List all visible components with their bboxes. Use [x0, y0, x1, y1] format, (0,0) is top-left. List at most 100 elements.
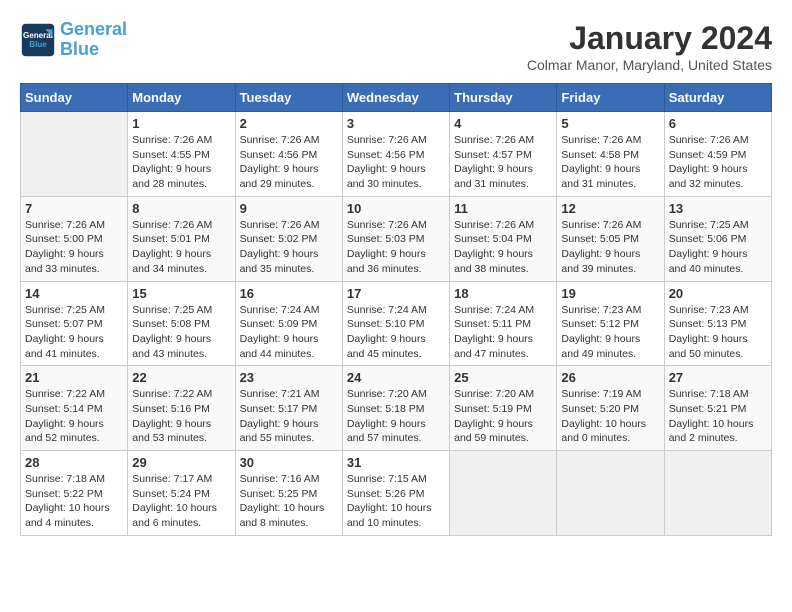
day-number: 10	[347, 201, 445, 216]
calendar-cell: 14 Sunrise: 7:25 AM Sunset: 5:07 PM Dayl…	[21, 281, 128, 366]
daylight: Daylight: 9 hours and 30 minutes.	[347, 163, 426, 190]
daylight: Daylight: 9 hours and 35 minutes.	[240, 248, 319, 275]
page-header: General Blue GeneralBlue January 2024 Co…	[20, 20, 772, 73]
col-wednesday: Wednesday	[342, 84, 449, 112]
day-number: 21	[25, 370, 123, 385]
sunrise: Sunrise: 7:26 AM	[454, 219, 534, 231]
sunrise: Sunrise: 7:18 AM	[25, 473, 105, 485]
cell-info: Sunrise: 7:20 AM Sunset: 5:19 PM Dayligh…	[454, 387, 552, 446]
daylight: Daylight: 9 hours and 32 minutes.	[669, 163, 748, 190]
sunrise: Sunrise: 7:26 AM	[132, 134, 212, 146]
cell-info: Sunrise: 7:18 AM Sunset: 5:22 PM Dayligh…	[25, 472, 123, 531]
cell-info: Sunrise: 7:25 AM Sunset: 5:08 PM Dayligh…	[132, 303, 230, 362]
svg-text:General: General	[23, 31, 53, 40]
col-friday: Friday	[557, 84, 664, 112]
daylight: Daylight: 9 hours and 33 minutes.	[25, 248, 104, 275]
daylight: Daylight: 10 hours and 6 minutes.	[132, 502, 217, 529]
day-number: 16	[240, 286, 338, 301]
daylight: Daylight: 9 hours and 49 minutes.	[561, 333, 640, 360]
calendar-cell: 3 Sunrise: 7:26 AM Sunset: 4:56 PM Dayli…	[342, 112, 449, 197]
cell-info: Sunrise: 7:26 AM Sunset: 5:01 PM Dayligh…	[132, 218, 230, 277]
day-number: 30	[240, 455, 338, 470]
sunrise: Sunrise: 7:23 AM	[561, 304, 641, 316]
cell-info: Sunrise: 7:15 AM Sunset: 5:26 PM Dayligh…	[347, 472, 445, 531]
day-number: 17	[347, 286, 445, 301]
daylight: Daylight: 9 hours and 34 minutes.	[132, 248, 211, 275]
calendar-week-5: 28 Sunrise: 7:18 AM Sunset: 5:22 PM Dayl…	[21, 451, 772, 536]
calendar-cell: 1 Sunrise: 7:26 AM Sunset: 4:55 PM Dayli…	[128, 112, 235, 197]
sunset: Sunset: 5:22 PM	[25, 488, 103, 500]
day-number: 28	[25, 455, 123, 470]
day-number: 3	[347, 116, 445, 131]
cell-info: Sunrise: 7:16 AM Sunset: 5:25 PM Dayligh…	[240, 472, 338, 531]
daylight: Daylight: 9 hours and 29 minutes.	[240, 163, 319, 190]
sunset: Sunset: 5:03 PM	[347, 233, 425, 245]
day-number: 19	[561, 286, 659, 301]
calendar-cell: 31 Sunrise: 7:15 AM Sunset: 5:26 PM Dayl…	[342, 451, 449, 536]
day-number: 23	[240, 370, 338, 385]
sunrise: Sunrise: 7:18 AM	[669, 388, 749, 400]
sunset: Sunset: 5:26 PM	[347, 488, 425, 500]
calendar-cell	[664, 451, 771, 536]
sunset: Sunset: 5:02 PM	[240, 233, 318, 245]
sunset: Sunset: 5:24 PM	[132, 488, 210, 500]
sunset: Sunset: 4:59 PM	[669, 149, 747, 161]
calendar-cell: 24 Sunrise: 7:20 AM Sunset: 5:18 PM Dayl…	[342, 366, 449, 451]
daylight: Daylight: 9 hours and 31 minutes.	[454, 163, 533, 190]
daylight: Daylight: 9 hours and 38 minutes.	[454, 248, 533, 275]
daylight: Daylight: 9 hours and 55 minutes.	[240, 418, 319, 445]
sunrise: Sunrise: 7:22 AM	[25, 388, 105, 400]
daylight: Daylight: 9 hours and 50 minutes.	[669, 333, 748, 360]
calendar-cell: 10 Sunrise: 7:26 AM Sunset: 5:03 PM Dayl…	[342, 196, 449, 281]
sunset: Sunset: 4:58 PM	[561, 149, 639, 161]
sunrise: Sunrise: 7:24 AM	[347, 304, 427, 316]
sunset: Sunset: 5:18 PM	[347, 403, 425, 415]
day-number: 25	[454, 370, 552, 385]
sunset: Sunset: 5:13 PM	[669, 318, 747, 330]
sunset: Sunset: 5:10 PM	[347, 318, 425, 330]
calendar-week-3: 14 Sunrise: 7:25 AM Sunset: 5:07 PM Dayl…	[21, 281, 772, 366]
day-number: 11	[454, 201, 552, 216]
daylight: Daylight: 9 hours and 52 minutes.	[25, 418, 104, 445]
cell-info: Sunrise: 7:17 AM Sunset: 5:24 PM Dayligh…	[132, 472, 230, 531]
calendar-cell: 20 Sunrise: 7:23 AM Sunset: 5:13 PM Dayl…	[664, 281, 771, 366]
day-number: 7	[25, 201, 123, 216]
day-number: 6	[669, 116, 767, 131]
sunset: Sunset: 5:25 PM	[240, 488, 318, 500]
day-number: 20	[669, 286, 767, 301]
cell-info: Sunrise: 7:26 AM Sunset: 5:05 PM Dayligh…	[561, 218, 659, 277]
cell-info: Sunrise: 7:18 AM Sunset: 5:21 PM Dayligh…	[669, 387, 767, 446]
sunrise: Sunrise: 7:26 AM	[561, 134, 641, 146]
day-number: 29	[132, 455, 230, 470]
daylight: Daylight: 9 hours and 41 minutes.	[25, 333, 104, 360]
day-number: 2	[240, 116, 338, 131]
calendar-cell: 12 Sunrise: 7:26 AM Sunset: 5:05 PM Dayl…	[557, 196, 664, 281]
calendar-cell: 28 Sunrise: 7:18 AM Sunset: 5:22 PM Dayl…	[21, 451, 128, 536]
day-number: 27	[669, 370, 767, 385]
sunrise: Sunrise: 7:24 AM	[454, 304, 534, 316]
sunset: Sunset: 5:21 PM	[669, 403, 747, 415]
sunset: Sunset: 5:04 PM	[454, 233, 532, 245]
sunset: Sunset: 5:12 PM	[561, 318, 639, 330]
calendar-cell: 5 Sunrise: 7:26 AM Sunset: 4:58 PM Dayli…	[557, 112, 664, 197]
sunrise: Sunrise: 7:25 AM	[25, 304, 105, 316]
day-number: 9	[240, 201, 338, 216]
day-number: 15	[132, 286, 230, 301]
calendar-cell	[450, 451, 557, 536]
sunset: Sunset: 5:16 PM	[132, 403, 210, 415]
daylight: Daylight: 10 hours and 8 minutes.	[240, 502, 325, 529]
calendar-cell	[557, 451, 664, 536]
day-number: 8	[132, 201, 230, 216]
title-area: January 2024 Colmar Manor, Maryland, Uni…	[527, 20, 772, 73]
daylight: Daylight: 9 hours and 40 minutes.	[669, 248, 748, 275]
daylight: Daylight: 10 hours and 4 minutes.	[25, 502, 110, 529]
daylight: Daylight: 10 hours and 2 minutes.	[669, 418, 754, 445]
day-number: 31	[347, 455, 445, 470]
daylight: Daylight: 9 hours and 28 minutes.	[132, 163, 211, 190]
daylight: Daylight: 9 hours and 31 minutes.	[561, 163, 640, 190]
cell-info: Sunrise: 7:26 AM Sunset: 4:56 PM Dayligh…	[240, 133, 338, 192]
calendar-cell: 13 Sunrise: 7:25 AM Sunset: 5:06 PM Dayl…	[664, 196, 771, 281]
calendar-cell: 15 Sunrise: 7:25 AM Sunset: 5:08 PM Dayl…	[128, 281, 235, 366]
sunrise: Sunrise: 7:19 AM	[561, 388, 641, 400]
sunset: Sunset: 5:11 PM	[454, 318, 531, 330]
